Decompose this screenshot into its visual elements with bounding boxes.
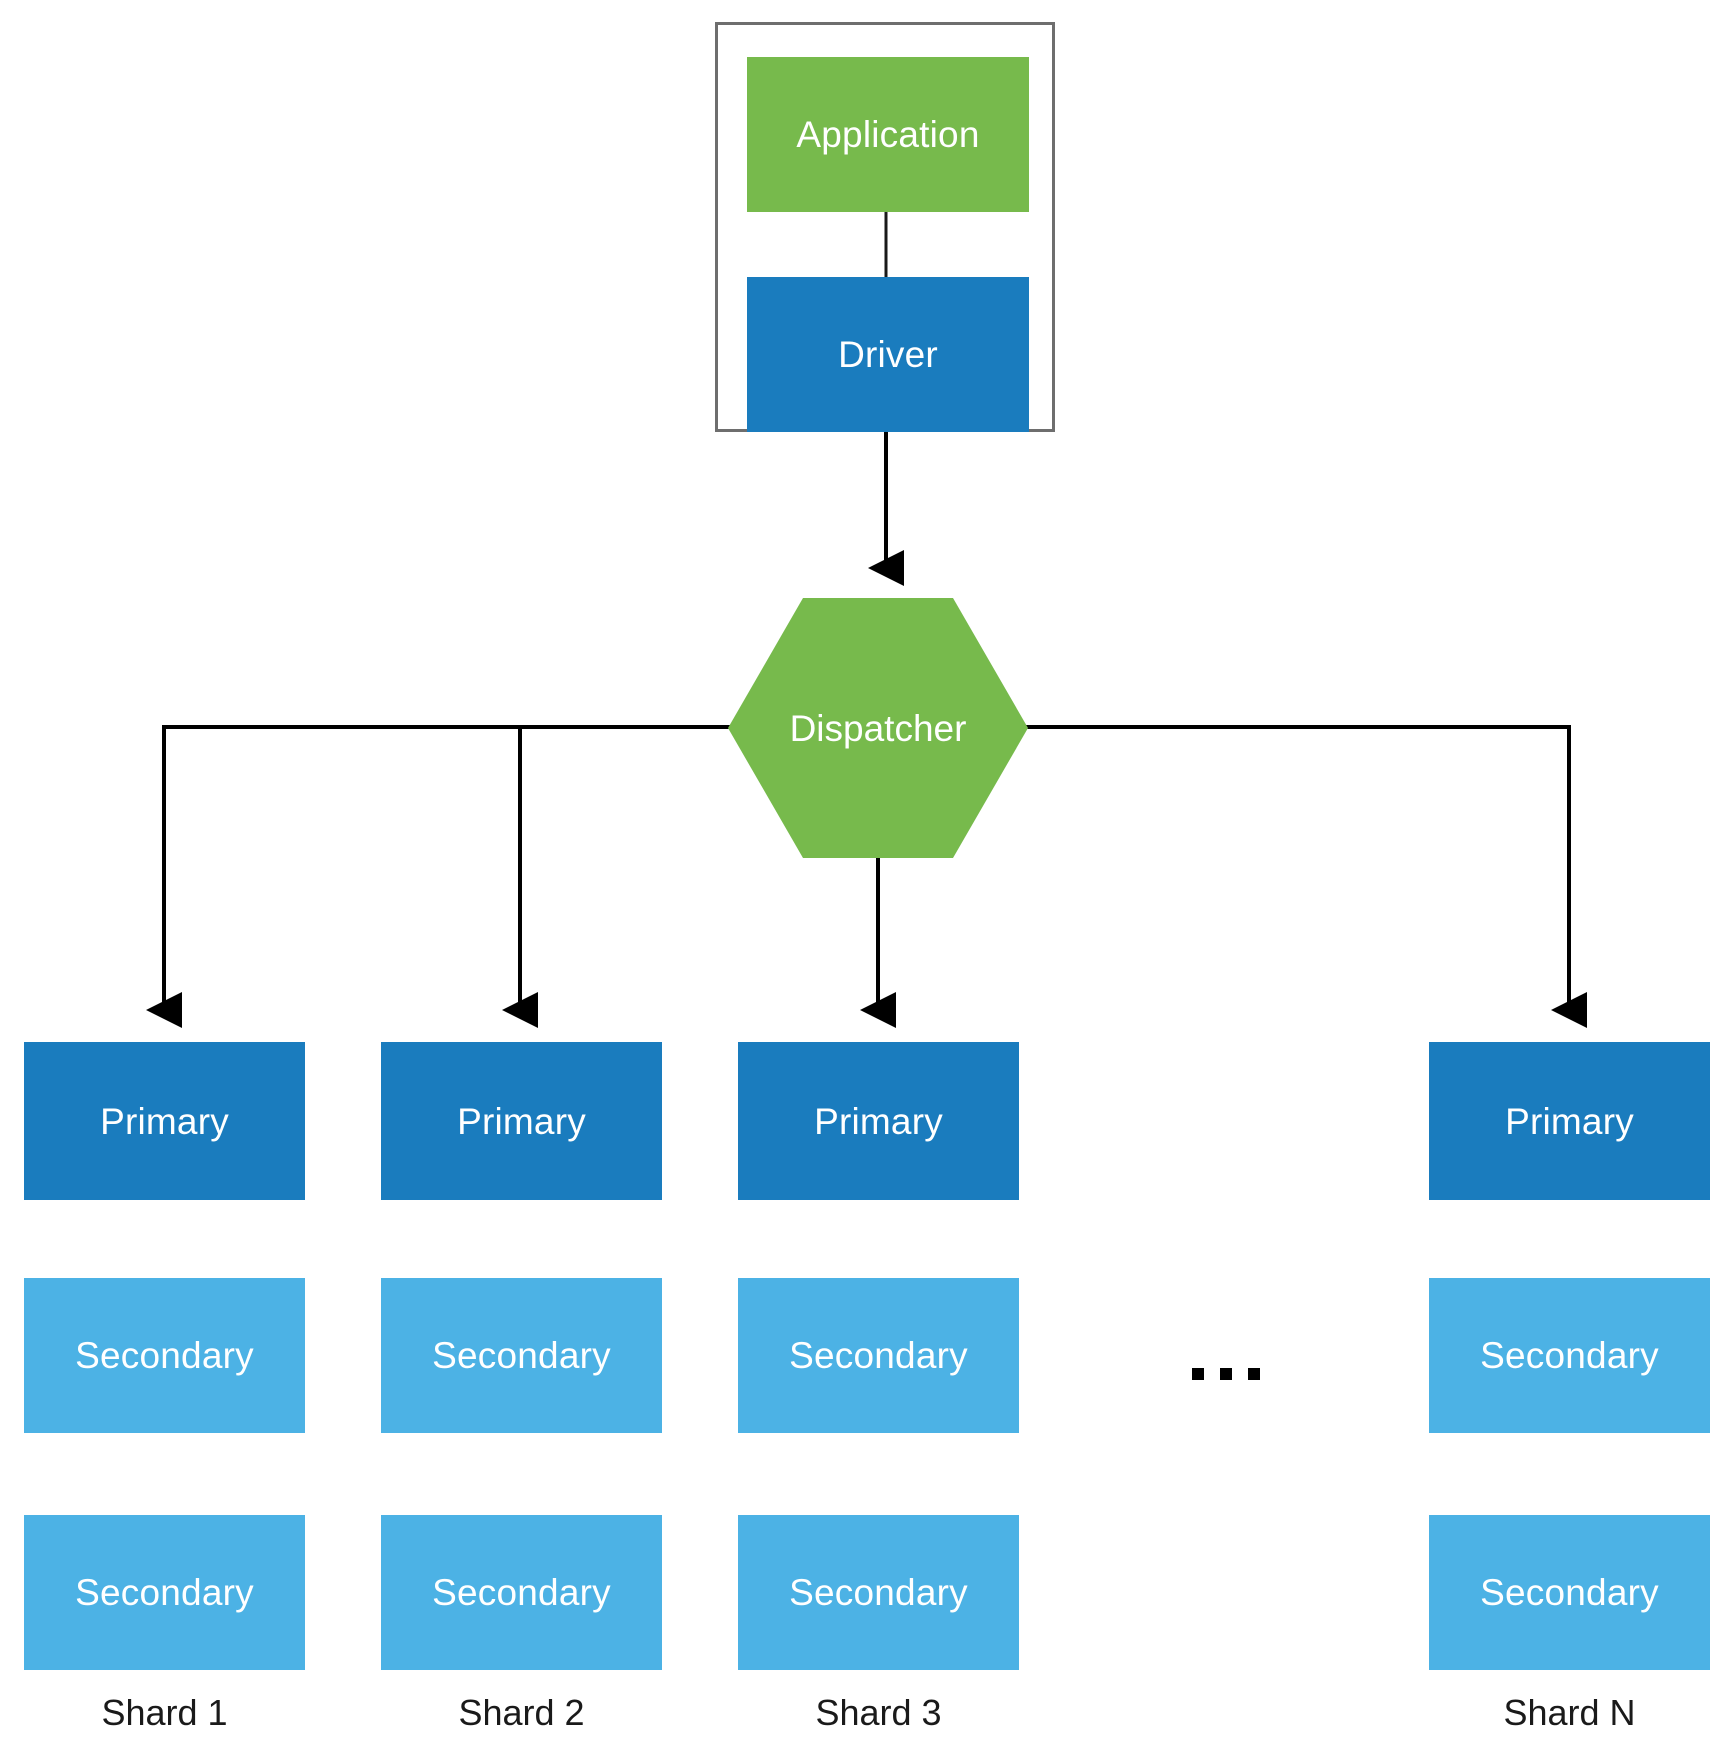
shards-ellipsis	[1192, 1368, 1260, 1380]
node-shard-2-primary-label: Primary	[457, 1100, 586, 1142]
node-shard-3-secondary-2[interactable]: Secondary	[738, 1515, 1019, 1670]
node-shard-3-secondary-2-label: Secondary	[789, 1572, 968, 1613]
node-dispatcher-label: Dispatcher	[789, 707, 967, 749]
node-shard-2-secondary-2[interactable]: Secondary	[381, 1515, 662, 1670]
shard-1-label: Shard 1	[24, 1695, 305, 1731]
node-shard-2-secondary-1-label: Secondary	[432, 1335, 611, 1376]
node-shard-2-primary[interactable]: Primary	[381, 1042, 662, 1200]
node-dispatcher[interactable]: Dispatcher	[728, 598, 1028, 858]
ellipsis-dot-1	[1192, 1368, 1204, 1380]
node-shard-1-secondary-2-label: Secondary	[75, 1572, 254, 1613]
node-shard-3-primary-label: Primary	[814, 1100, 943, 1142]
node-shard-n-secondary-1-label: Secondary	[1480, 1335, 1659, 1376]
node-shard-n-secondary-2[interactable]: Secondary	[1429, 1515, 1710, 1670]
node-shard-3-secondary-1-label: Secondary	[789, 1335, 968, 1376]
node-shard-n-primary[interactable]: Primary	[1429, 1042, 1710, 1200]
shard-3-label-text: Shard 3	[815, 1692, 942, 1733]
diagram-canvas: Application Driver Dispatcher Primary Se…	[0, 0, 1734, 1751]
node-shard-3-secondary-1[interactable]: Secondary	[738, 1278, 1019, 1433]
shard-n-label: Shard N	[1429, 1695, 1710, 1731]
shard-2-label-text: Shard 2	[458, 1692, 585, 1733]
node-shard-2-secondary-1[interactable]: Secondary	[381, 1278, 662, 1433]
node-shard-1-secondary-1-label: Secondary	[75, 1335, 254, 1376]
node-shard-n-secondary-2-label: Secondary	[1480, 1572, 1659, 1613]
node-application-label: Application	[796, 114, 980, 155]
shard-n-label-text: Shard N	[1503, 1692, 1636, 1733]
ellipsis-dot-3	[1248, 1368, 1260, 1380]
ellipsis-dot-2	[1220, 1368, 1232, 1380]
node-shard-1-secondary-1[interactable]: Secondary	[24, 1278, 305, 1433]
node-driver-label: Driver	[838, 334, 938, 375]
shard-1-label-text: Shard 1	[101, 1692, 228, 1733]
node-shard-3-primary[interactable]: Primary	[738, 1042, 1019, 1200]
shard-2-label: Shard 2	[381, 1695, 662, 1731]
node-shard-1-secondary-2[interactable]: Secondary	[24, 1515, 305, 1670]
node-shard-n-secondary-1[interactable]: Secondary	[1429, 1278, 1710, 1433]
node-shard-1-primary-label: Primary	[100, 1100, 229, 1142]
node-application[interactable]: Application	[747, 57, 1029, 212]
node-shard-2-secondary-2-label: Secondary	[432, 1572, 611, 1613]
node-shard-n-primary-label: Primary	[1505, 1100, 1634, 1142]
node-shard-1-primary[interactable]: Primary	[24, 1042, 305, 1200]
node-driver[interactable]: Driver	[747, 277, 1029, 432]
shard-3-label: Shard 3	[738, 1695, 1019, 1731]
